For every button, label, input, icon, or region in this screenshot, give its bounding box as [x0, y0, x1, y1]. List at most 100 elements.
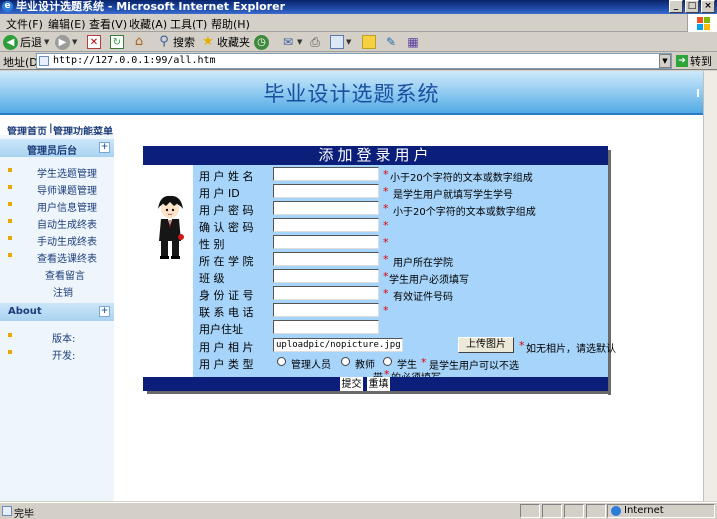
back-button[interactable]: ◀ 后退 ▼: [3, 34, 49, 50]
field-hint: 有效证件号码: [393, 292, 453, 303]
edit-icon: [330, 35, 344, 49]
about-item-label: 版本:: [52, 334, 76, 345]
page-icon: [39, 56, 49, 66]
field-row-address: 用户住址: [193, 320, 608, 336]
field-hint: 学生用户必须填写: [389, 275, 469, 286]
bullet-icon: [8, 253, 12, 257]
discuss-button[interactable]: [362, 34, 376, 50]
user-id-input[interactable]: [273, 184, 379, 198]
menu-view[interactable]: 查看(V): [89, 16, 127, 32]
sidebar-item-label: 注销: [53, 288, 73, 299]
go-button[interactable]: ➜ 转到: [676, 53, 712, 69]
name-input[interactable]: [273, 167, 379, 181]
admin-backend-header[interactable]: 管理员后台 +: [0, 139, 114, 157]
print-button[interactable]: ⎙: [308, 34, 322, 50]
field-label: 用户住址: [199, 323, 243, 336]
favorites-button[interactable]: ★ 收藏夹: [201, 34, 250, 50]
field-label: 确 认 密 码: [199, 221, 254, 234]
class-input[interactable]: [273, 269, 379, 283]
research-button[interactable]: ▦: [406, 34, 420, 50]
menu-favorites[interactable]: 收藏(A): [129, 16, 167, 32]
sidebar-item-auto-final[interactable]: 自动生成终表: [0, 214, 114, 231]
zone-label: Internet: [624, 505, 664, 516]
url-input[interactable]: http://127.0.0.1:99/all.htm: [36, 53, 672, 69]
forward-button[interactable]: ▶ ▼: [55, 34, 77, 50]
page-done-icon: [2, 506, 12, 516]
gender-input[interactable]: [273, 235, 379, 249]
menu-tools[interactable]: 工具(T): [170, 16, 207, 32]
forward-dropdown-icon: ▼: [72, 38, 78, 46]
stop-icon: ✕: [87, 35, 101, 49]
home-button[interactable]: ⌂: [132, 34, 146, 50]
address-input[interactable]: [273, 320, 379, 334]
address-dropdown-icon[interactable]: ▼: [659, 54, 671, 68]
required-mark: *: [519, 339, 525, 352]
banner-title: 毕业设计选题系统: [263, 82, 440, 106]
field-row-name: 用 户 姓 名 * 小于20个字符的文本或数字组成: [193, 167, 608, 184]
cartoon-character-image: [158, 195, 184, 259]
mail-button[interactable]: ✉ ▼: [281, 34, 302, 50]
menu-edit[interactable]: 编辑(E): [48, 16, 86, 32]
sidebar-item-label: 手动生成终表: [37, 237, 97, 248]
home-icon: ⌂: [134, 34, 144, 49]
sidebar-item-logout[interactable]: 注销: [0, 282, 114, 299]
sidebar-item-view-final[interactable]: 查看选课终表: [0, 248, 114, 265]
field-row-college: 所 在 学 院 * 用户所在学院: [193, 252, 608, 269]
bullet-icon: [8, 185, 12, 189]
toolbar: ◀ 后退 ▼ ▶ ▼ ✕ ↻ ⌂ ⚲ 搜索 ★ 收藏夹 ◷ ✉ ▼ ⎙ ▼ ✎: [0, 32, 717, 52]
sidebar-item-label: 学生选题管理: [37, 169, 97, 180]
sidebar-item-manual-final[interactable]: 手动生成终表: [0, 231, 114, 248]
print-icon: ⎙: [310, 35, 320, 49]
about-label: About: [8, 306, 42, 317]
banner: 毕业设计选题系统: [0, 71, 703, 115]
search-label: 搜索: [173, 36, 195, 49]
vertical-scrollbar[interactable]: [703, 71, 717, 501]
expand-icon[interactable]: +: [99, 306, 110, 317]
radio-admin[interactable]: [277, 357, 286, 366]
form-footer: 提交 重填: [143, 377, 608, 391]
confirm-password-input[interactable]: [273, 218, 379, 232]
menu-file[interactable]: 文件(F): [6, 16, 43, 32]
sidebar-item-label: 查看选课终表: [37, 254, 97, 265]
sidebar-item-user-info[interactable]: 用户信息管理: [0, 197, 114, 214]
expand-icon[interactable]: +: [99, 142, 110, 153]
radio-student[interactable]: [383, 357, 392, 366]
reset-button[interactable]: 重填: [367, 377, 390, 391]
folder-icon: [362, 35, 376, 49]
close-button[interactable]: ×: [701, 0, 715, 13]
field-hint: 用户所在学院: [393, 258, 453, 269]
go-label: 转到: [690, 55, 712, 68]
password-input[interactable]: [273, 201, 379, 215]
status-bar: 完毕 Internet: [0, 502, 717, 519]
sidebar: 管理员后台 + 学生选题管理 导师课题管理 用户信息管理 自动生成终表 手动生成…: [0, 135, 114, 501]
menu-help[interactable]: 帮助(H): [211, 16, 250, 32]
bullet-icon: [8, 219, 12, 223]
minimize-button[interactable]: _: [669, 0, 683, 13]
photo-path-input[interactable]: uploadpic/nopicture.jpg: [273, 338, 403, 352]
sidebar-item-label: 查看留言: [45, 271, 85, 282]
messenger-button[interactable]: ✎: [384, 34, 398, 50]
status-cell: [520, 504, 540, 518]
sidebar-item-student-topic[interactable]: 学生选题管理: [0, 163, 114, 180]
phone-input[interactable]: [273, 303, 379, 317]
field-hint: 小于20个字符的文本或数字组成: [390, 173, 533, 184]
upload-image-button[interactable]: 上传图片: [458, 337, 514, 353]
maximize-button[interactable]: □: [685, 0, 699, 13]
history-button[interactable]: ◷: [254, 34, 269, 50]
sidebar-item-view-messages[interactable]: 查看留言: [0, 265, 114, 282]
edit-button[interactable]: ▼: [330, 34, 351, 50]
submit-button[interactable]: 提交: [340, 377, 363, 391]
security-zone: Internet: [607, 504, 715, 518]
stop-button[interactable]: ✕: [87, 34, 101, 50]
radio-teacher[interactable]: [341, 357, 350, 366]
sidebar-item-label: 用户信息管理: [37, 203, 97, 214]
refresh-button[interactable]: ↻: [110, 34, 124, 50]
id-card-input[interactable]: [273, 286, 379, 300]
url-text: http://127.0.0.1:99/all.htm: [53, 55, 216, 66]
college-input[interactable]: [273, 252, 379, 266]
about-header[interactable]: About +: [0, 303, 114, 321]
add-user-form: 添加登录用户 用 户 姓 名 * 小于20个字符的文本或数字组成 用 户 ID …: [143, 146, 616, 391]
search-button[interactable]: ⚲ 搜索: [157, 34, 195, 50]
sidebar-item-label: 自动生成终表: [37, 220, 97, 231]
sidebar-item-tutor-topic[interactable]: 导师课题管理: [0, 180, 114, 197]
